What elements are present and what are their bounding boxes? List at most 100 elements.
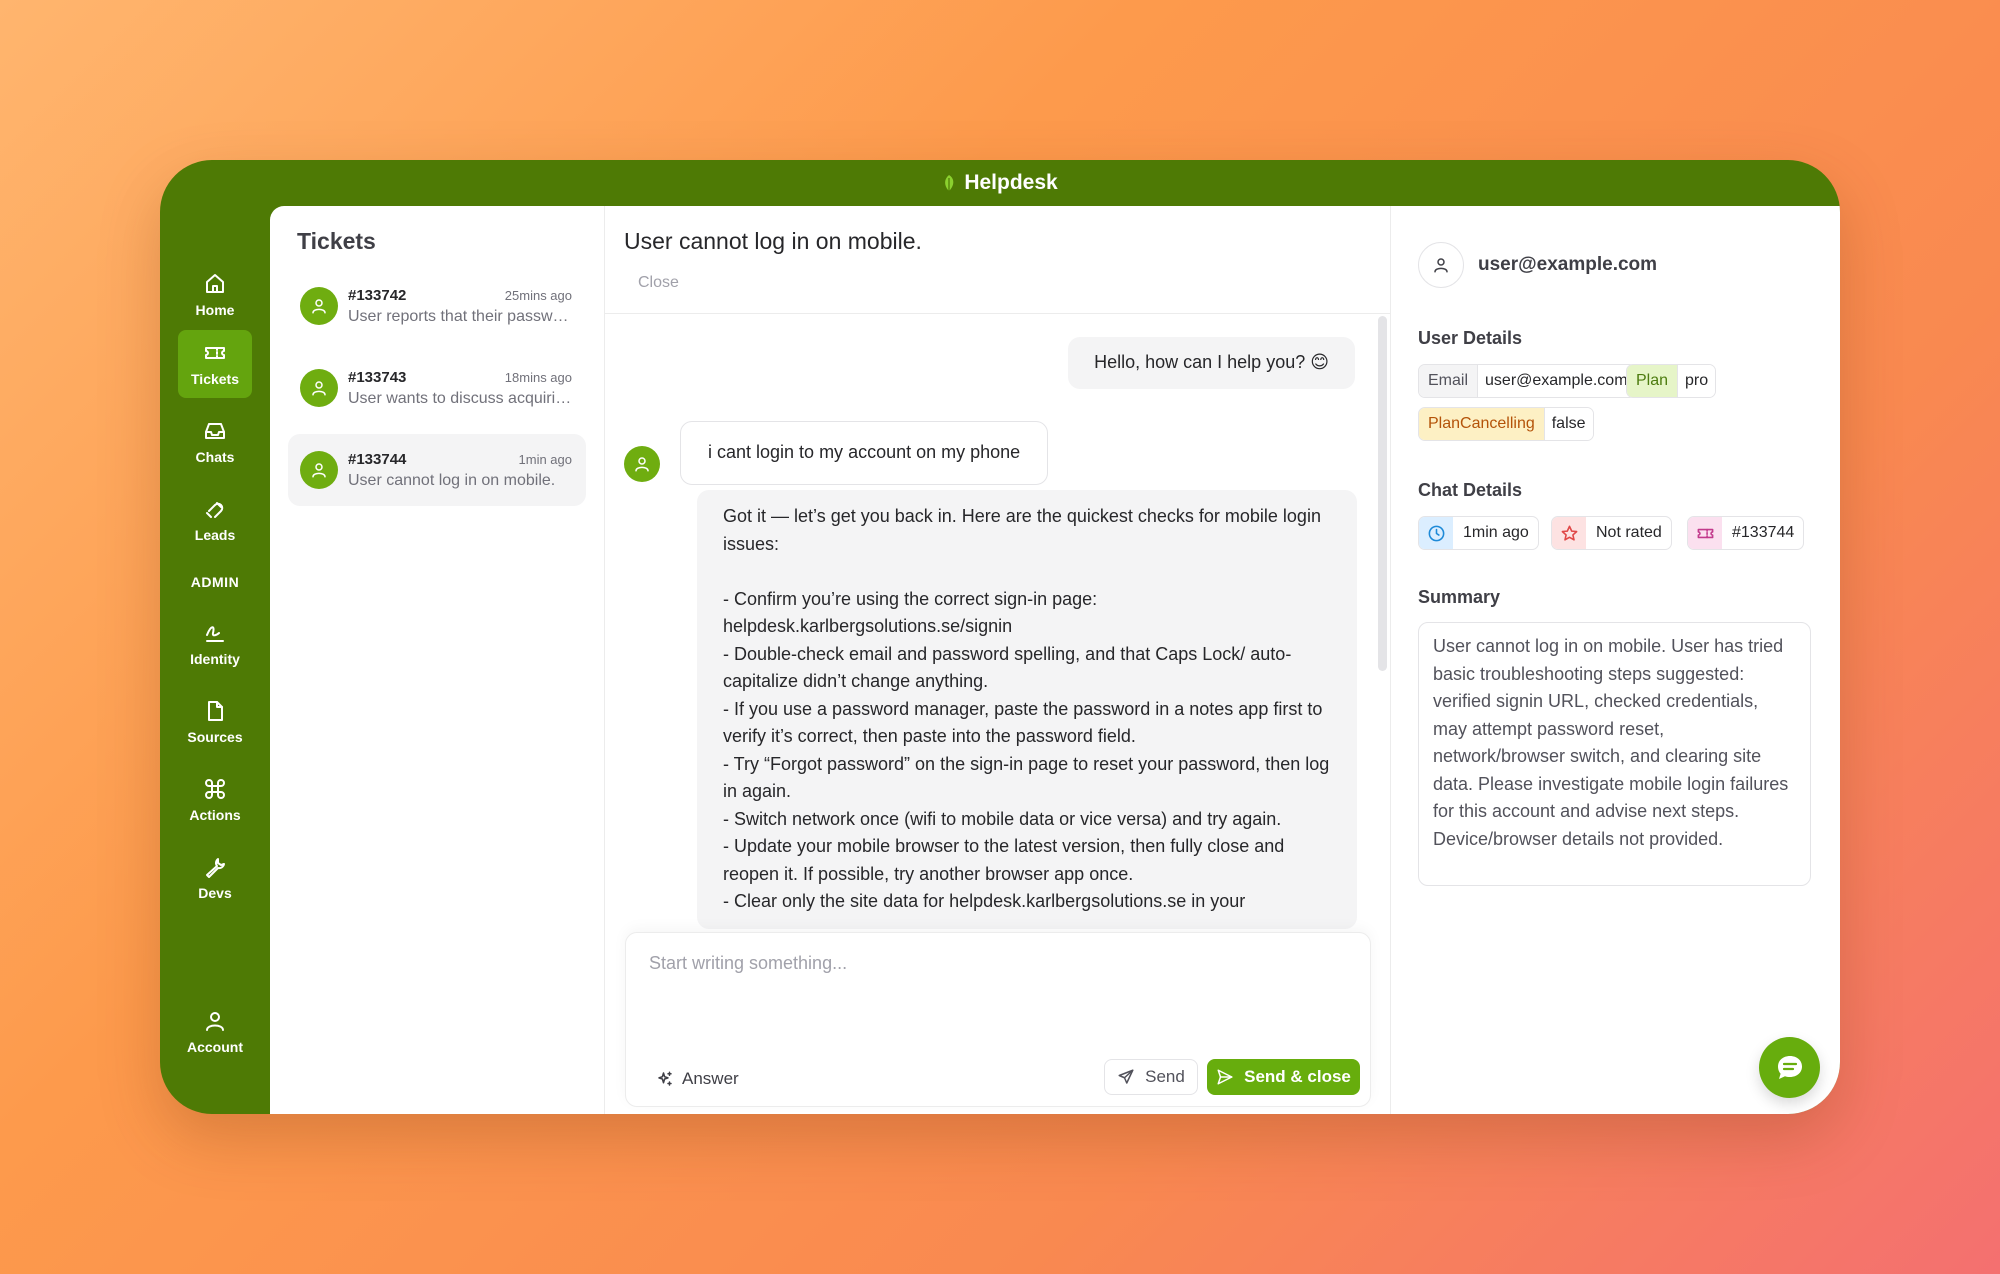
nav-label: Home	[195, 302, 235, 318]
chat-bubble-icon	[1777, 1055, 1802, 1079]
send-label: Send	[1145, 1067, 1185, 1086]
ticket-icon	[1697, 528, 1713, 538]
user-icon	[312, 463, 326, 478]
chat-widget-button[interactable]	[1759, 1037, 1820, 1098]
nav-item-account[interactable]: Account	[178, 998, 252, 1066]
user-message: i cant login to my account on my phone	[680, 421, 1049, 485]
user-icon	[312, 299, 326, 314]
ticket-preview: User cannot log in on mobile.	[348, 471, 556, 489]
ticket-id: #133743	[348, 368, 407, 386]
field-plan-cancelling: PlanCancelling false	[1418, 407, 1594, 441]
user-avatar	[300, 451, 338, 489]
nav-rail: Home Tickets Chats Leads ADMIN Identity …	[160, 206, 270, 1114]
message-composer: Start writing something... Answer Send S…	[625, 932, 1371, 1107]
field-key: Plan	[1627, 365, 1679, 397]
tickets-title: Tickets	[297, 228, 376, 254]
user-avatar	[300, 287, 338, 325]
user-header: user@example.com	[1418, 242, 1657, 288]
chat-panel: User cannot log in on mobile. Close Hell…	[605, 206, 1391, 1114]
user-details-title: User Details	[1418, 328, 1523, 348]
ticket-item[interactable]: #133743 18mins ago User wants to discuss…	[288, 352, 586, 424]
ticket-time: 1min ago	[518, 451, 572, 467]
nav-label: Chats	[195, 449, 235, 465]
rating-chip: Not rated	[1551, 516, 1672, 550]
chat-details-title: Chat Details	[1418, 480, 1523, 500]
magnet-icon	[206, 502, 224, 518]
star-icon	[1561, 525, 1577, 541]
app-title: Helpdesk	[964, 171, 1058, 194]
send-button[interactable]: Send	[1104, 1059, 1198, 1095]
rating-label: Not rated	[1596, 524, 1662, 541]
title-bar: Helpdesk	[160, 160, 1840, 206]
user-avatar	[624, 446, 660, 482]
ticket-id: #133742	[348, 286, 407, 304]
nav-label: Sources	[187, 729, 243, 745]
nav-item-actions[interactable]: Actions	[178, 766, 252, 834]
leaf-icon	[945, 175, 954, 191]
file-icon	[208, 701, 223, 721]
message-list: Hello, how can I help you? 😊 i cant logi…	[605, 314, 1390, 939]
nav-label: Leads	[194, 527, 236, 543]
nav-label: Tickets	[191, 371, 239, 387]
ticket-time: 18mins ago	[504, 369, 572, 385]
wrench-icon	[206, 858, 225, 878]
nav-item-devs[interactable]: Devs	[178, 844, 252, 912]
field-value: false	[1544, 408, 1593, 440]
send-icon	[1118, 1069, 1134, 1084]
nav-label: Identity	[190, 651, 240, 667]
content-panel: Tickets #133742 25mins ago User reports …	[270, 206, 1840, 1114]
app-window: Helpdesk Home Tickets Chats Leads ADMIN …	[160, 160, 1840, 1114]
ticket-id: #133744	[348, 450, 407, 468]
user-avatar	[1418, 242, 1464, 288]
ticket-id-label: #133744	[1732, 524, 1795, 541]
send-close-label: Send & close	[1244, 1067, 1351, 1086]
chat-scrollbar[interactable]	[1378, 316, 1387, 671]
chat-header: User cannot log in on mobile. Close	[605, 206, 1390, 314]
clock-icon	[1428, 525, 1444, 541]
nav-item-tickets[interactable]: Tickets	[178, 330, 252, 398]
ticket-id-chip: #133744	[1687, 516, 1805, 550]
user-icon	[635, 457, 649, 472]
chat-time-chip: 1min ago	[1418, 516, 1539, 550]
nav-item-chats[interactable]: Chats	[178, 408, 252, 476]
sparkles-icon	[658, 1071, 672, 1086]
ticket-item-active[interactable]: #133744 1min ago User cannot log in on m…	[288, 434, 586, 506]
nav-item-home[interactable]: Home	[178, 261, 252, 329]
user-icon	[1434, 258, 1448, 273]
ai-answer-button[interactable]: Answer	[656, 1069, 739, 1089]
ticket-time: 25mins ago	[504, 287, 572, 303]
send-icon	[1217, 1069, 1233, 1085]
command-icon	[205, 779, 225, 799]
answer-label: Answer	[682, 1069, 739, 1088]
nav-item-identity[interactable]: Identity	[178, 610, 252, 678]
chat-title: User cannot log in on mobile.	[624, 228, 922, 254]
chat-time: 1min ago	[1463, 524, 1529, 541]
nav-label: Actions	[189, 807, 241, 823]
agent-message: Got it — let’s get you back in. Here are…	[697, 490, 1357, 929]
ticket-icon	[205, 347, 225, 359]
signature-icon	[206, 626, 224, 642]
nav-item-sources[interactable]: Sources	[178, 688, 252, 756]
field-value: pro	[1678, 365, 1716, 397]
user-icon	[206, 1012, 224, 1031]
nav-section-admin: ADMIN	[190, 574, 240, 590]
close-ticket-button[interactable]: Close	[638, 274, 679, 292]
field-email: Email user@example.com	[1418, 364, 1636, 398]
ticket-item[interactable]: #133742 25mins ago User reports that the…	[288, 270, 586, 342]
nav-item-leads[interactable]: Leads	[178, 486, 252, 554]
user-icon	[312, 381, 326, 396]
field-key: Email	[1419, 365, 1479, 397]
summary-text: User cannot log in on mobile. User has t…	[1418, 622, 1811, 886]
summary-title: Summary	[1418, 587, 1501, 607]
send-and-close-button[interactable]: Send & close	[1207, 1059, 1360, 1095]
message-input[interactable]: Start writing something...	[649, 953, 847, 974]
tickets-panel: Tickets #133742 25mins ago User reports …	[270, 206, 605, 1114]
nav-label: Account	[187, 1039, 243, 1055]
nav-label: Devs	[198, 885, 232, 901]
field-value: user@example.com	[1478, 365, 1635, 397]
field-key: PlanCancelling	[1419, 408, 1545, 440]
user-email: user@example.com	[1478, 254, 1658, 275]
agent-message: Hello, how can I help you? 😊	[1068, 337, 1355, 389]
field-plan: Plan pro	[1626, 364, 1717, 398]
user-avatar	[300, 369, 338, 407]
